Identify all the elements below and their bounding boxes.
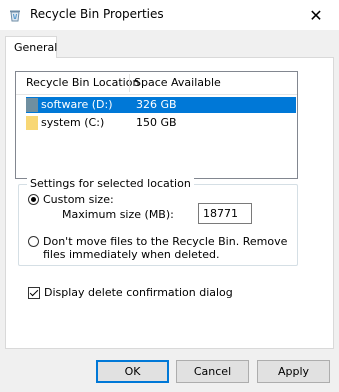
dont-move-radio[interactable] (28, 236, 39, 247)
button-bar: OK Cancel Apply (0, 352, 339, 392)
column-header-space[interactable]: Space Available (134, 76, 221, 89)
close-button[interactable]: ✕ (293, 0, 339, 30)
drive-icon (26, 98, 38, 112)
drive-icon (26, 116, 38, 130)
tab-general[interactable]: General (5, 36, 57, 58)
ok-button[interactable]: OK (96, 360, 169, 383)
close-icon: ✕ (309, 5, 323, 25)
list-item-name: system (C:) (41, 116, 105, 129)
dialog-body: General Recycle Bin Location Space Avail… (0, 30, 339, 352)
confirm-delete-label[interactable]: Display delete confirmation dialog (44, 286, 233, 299)
list-item-software-d[interactable]: software (D:) 326 GB (26, 97, 296, 113)
custom-size-radio[interactable] (28, 194, 39, 205)
list-header: Recycle Bin Location Space Available (16, 72, 297, 95)
column-separator[interactable] (129, 74, 130, 92)
recycle-bin-icon (10, 10, 20, 22)
window-title: Recycle Bin Properties (30, 7, 164, 21)
maximum-size-input[interactable] (198, 203, 252, 224)
list-item-space: 150 GB (136, 116, 177, 129)
list-item-space: 326 GB (136, 98, 177, 111)
cancel-button[interactable]: Cancel (176, 360, 249, 383)
dont-move-label[interactable]: Don't move files to the Recycle Bin. Rem… (43, 235, 288, 261)
apply-button[interactable]: Apply (257, 360, 330, 383)
maximum-size-label: Maximum size (MB): (62, 208, 174, 221)
column-header-location[interactable]: Recycle Bin Location (26, 76, 139, 89)
confirm-delete-checkbox[interactable] (28, 287, 40, 299)
list-item-system-c[interactable]: system (C:) 150 GB (26, 115, 296, 131)
recycle-bin-location-list[interactable]: Recycle Bin Location Space Available sof… (15, 71, 298, 179)
tab-general-label: General (14, 41, 58, 54)
title-bar: Recycle Bin Properties ✕ (0, 0, 339, 30)
list-item-name: software (D:) (41, 98, 113, 111)
custom-size-label[interactable]: Custom size: (43, 193, 114, 206)
settings-legend: Settings for selected location (27, 177, 194, 190)
